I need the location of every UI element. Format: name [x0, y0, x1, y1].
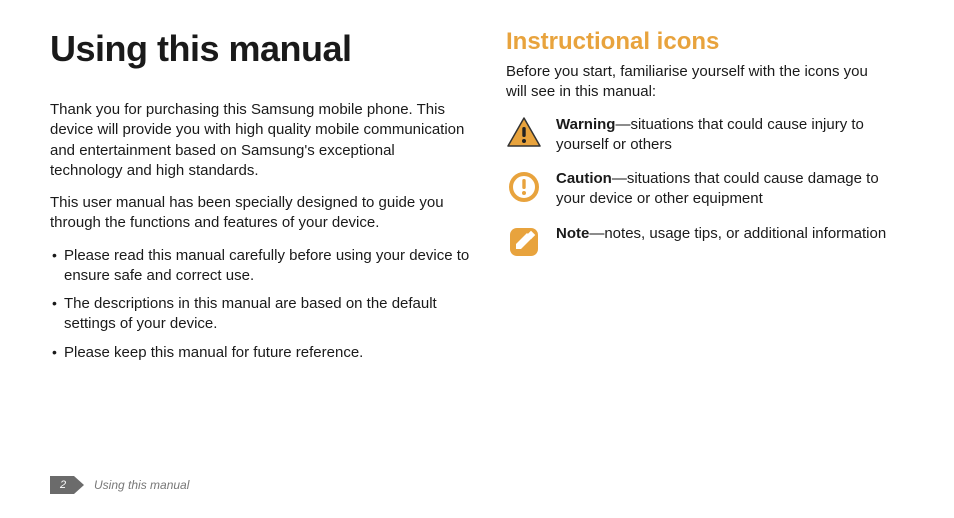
page-footer: 2 Using this manual [50, 476, 189, 494]
page-title: Using this manual [50, 28, 470, 70]
caution-icon [506, 169, 542, 203]
list-item: The descriptions in this manual are base… [50, 294, 470, 335]
note-icon [506, 224, 542, 258]
list-item: Please keep this manual for future refer… [50, 343, 470, 363]
icon-definition-note: Note—notes, usage tips, or additional in… [506, 224, 891, 258]
page-number: 2 [50, 476, 76, 494]
warning-icon [506, 115, 542, 147]
note-desc: —notes, usage tips, or additional inform… [589, 225, 886, 242]
page-number-chip: 2 [50, 476, 84, 494]
bullet-list: Please read this manual carefully before… [50, 246, 470, 363]
warning-label: Warning [556, 116, 615, 133]
page-content: Using this manual Thank you for purchasi… [0, 0, 954, 371]
icon-definition-caution: Caution—situations that could cause dama… [506, 169, 891, 210]
section-heading: Instructional icons [506, 28, 891, 56]
right-column: Instructional icons Before you start, fa… [506, 28, 891, 371]
warning-text: Warning—situations that could cause inju… [556, 115, 891, 156]
caution-text: Caution—situations that could cause dama… [556, 169, 891, 210]
section-intro: Before you start, familiarise yourself w… [506, 62, 891, 103]
note-text: Note—notes, usage tips, or additional in… [556, 224, 891, 244]
intro-paragraph-2: This user manual has been specially desi… [50, 193, 470, 234]
intro-paragraph-1: Thank you for purchasing this Samsung mo… [50, 100, 470, 181]
note-label: Note [556, 225, 589, 242]
caution-label: Caution [556, 170, 612, 187]
icon-definition-warning: Warning—situations that could cause inju… [506, 115, 891, 156]
list-item: Please read this manual carefully before… [50, 246, 470, 287]
left-column: Using this manual Thank you for purchasi… [50, 28, 470, 371]
footer-label: Using this manual [94, 478, 189, 492]
